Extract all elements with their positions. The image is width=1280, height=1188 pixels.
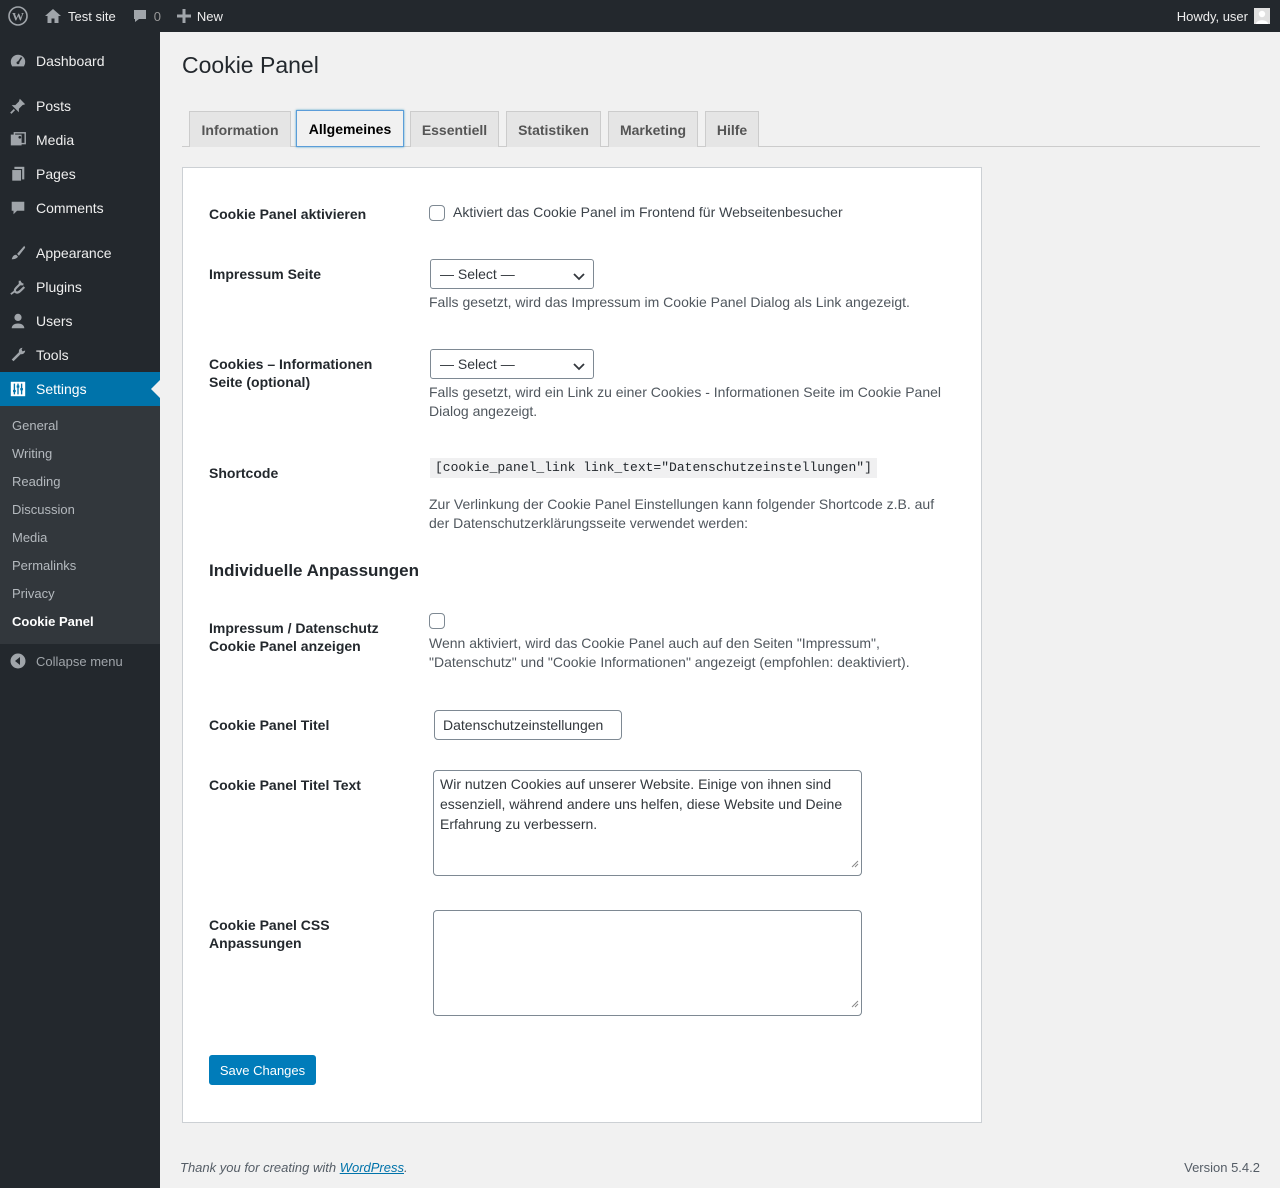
svg-text:W: W bbox=[12, 10, 24, 24]
submenu-cookie-panel[interactable]: Cookie Panel bbox=[12, 612, 94, 632]
menu-pages[interactable]: Pages bbox=[0, 157, 160, 191]
tab-statistiken[interactable]: Statistiken bbox=[506, 111, 601, 147]
tab-information[interactable]: Information bbox=[189, 111, 291, 147]
site-name-link[interactable]: Test site bbox=[36, 0, 124, 32]
submenu-discussion[interactable]: Discussion bbox=[12, 500, 75, 520]
tab-marketing[interactable]: Marketing bbox=[608, 111, 698, 147]
tab-hilfe[interactable]: Hilfe bbox=[705, 111, 759, 147]
title-input[interactable]: Datenschutzeinstellungen bbox=[434, 710, 622, 740]
section-heading: Individuelle Anpassungen bbox=[209, 561, 420, 580]
menu-plugins[interactable]: Plugins bbox=[0, 270, 160, 304]
plug-icon bbox=[0, 278, 36, 296]
chevron-down-icon bbox=[573, 359, 585, 375]
sliders-icon bbox=[0, 380, 36, 398]
resize-grip-icon[interactable] bbox=[851, 853, 859, 873]
cookies-info-label: Cookies – Informationen Seite (optional) bbox=[209, 356, 373, 390]
nav-tabs: Information Allgemeines Essentiell Stati… bbox=[182, 110, 1260, 147]
css-textarea[interactable] bbox=[433, 910, 862, 1016]
menu-posts[interactable]: Posts bbox=[0, 89, 160, 123]
media-icon bbox=[0, 131, 36, 149]
show-on-pages-description: Wenn aktiviert, wird das Cookie Panel au… bbox=[429, 635, 910, 670]
comments-link[interactable]: 0 bbox=[124, 0, 169, 32]
menu-settings[interactable]: Settings bbox=[0, 372, 160, 406]
title-text-textarea[interactable]: Wir nutzen Cookies auf unserer Website. … bbox=[433, 770, 862, 876]
show-on-pages-checkbox[interactable] bbox=[429, 613, 445, 629]
shortcode-label: Shortcode bbox=[209, 465, 279, 481]
comment-bubble-icon bbox=[132, 8, 148, 24]
cookies-info-select[interactable]: — Select — bbox=[430, 349, 594, 379]
menu-dashboard[interactable]: Dashboard bbox=[0, 44, 160, 78]
menu-media[interactable]: Media bbox=[0, 123, 160, 157]
admin-bar: W Test site 0 New Howdy, user bbox=[0, 0, 1280, 32]
show-on-pages-label: Impressum / Datenschutz Cookie Panel anz… bbox=[209, 620, 379, 654]
chevron-down-icon bbox=[573, 269, 585, 285]
submenu-writing[interactable]: Writing bbox=[12, 444, 52, 464]
user-icon bbox=[0, 312, 36, 330]
submenu-general[interactable]: General bbox=[12, 416, 58, 436]
settings-submenu: General Writing Reading Discussion Media… bbox=[0, 406, 160, 644]
footer-thanks: Thank you for creating with WordPress. bbox=[180, 1160, 408, 1175]
activate-checkbox[interactable] bbox=[429, 205, 445, 221]
submenu-permalinks[interactable]: Permalinks bbox=[12, 556, 76, 576]
site-name: Test site bbox=[68, 8, 116, 24]
menu-appearance[interactable]: Appearance bbox=[0, 236, 160, 270]
shortcode-description: Zur Verlinkung der Cookie Panel Einstell… bbox=[429, 496, 935, 531]
submenu-reading[interactable]: Reading bbox=[12, 472, 60, 492]
wordpress-link[interactable]: WordPress bbox=[340, 1160, 404, 1175]
menu-users[interactable]: Users bbox=[0, 304, 160, 338]
settings-panel: Cookie Panel aktivieren Aktiviert das Co… bbox=[182, 167, 982, 1123]
comments-count: 0 bbox=[153, 8, 161, 24]
title-label: Cookie Panel Titel bbox=[209, 717, 330, 733]
brush-icon bbox=[0, 244, 36, 262]
page-title: Cookie Panel bbox=[182, 52, 319, 78]
css-label: Cookie Panel CSS Anpassungen bbox=[209, 917, 330, 951]
shortcode-code: [cookie_panel_link link_text="Datenschut… bbox=[430, 458, 877, 478]
resize-grip-icon[interactable] bbox=[851, 993, 859, 1013]
dashboard-icon bbox=[0, 52, 36, 70]
wrench-icon bbox=[0, 346, 36, 364]
save-changes-button[interactable]: Save Changes bbox=[209, 1055, 316, 1085]
title-text-label: Cookie Panel Titel Text bbox=[209, 777, 361, 793]
new-label: New bbox=[196, 8, 223, 24]
my-account[interactable]: Howdy, user bbox=[1177, 8, 1280, 24]
pages-icon bbox=[0, 165, 36, 183]
howdy-text: Howdy, user bbox=[1176, 8, 1248, 24]
collapse-arrow-icon bbox=[0, 653, 36, 669]
comment-icon bbox=[0, 199, 36, 217]
submenu-media[interactable]: Media bbox=[12, 528, 47, 548]
cookies-info-description: Falls gesetzt, wird ein Link zu einer Co… bbox=[429, 384, 942, 419]
activate-label: Cookie Panel aktivieren bbox=[209, 206, 367, 222]
plus-icon bbox=[176, 9, 191, 23]
wordpress-logo-icon[interactable]: W bbox=[0, 0, 36, 32]
collapse-menu-button[interactable]: Collapse menu bbox=[0, 650, 160, 672]
submenu-privacy[interactable]: Privacy bbox=[12, 584, 55, 604]
current-menu-arrow bbox=[151, 380, 160, 398]
activate-checkbox-label: Aktiviert das Cookie Panel im Frontend f… bbox=[453, 204, 843, 220]
home-icon bbox=[44, 8, 62, 24]
admin-sidebar: Dashboard Posts Media Pages Comments App… bbox=[0, 32, 160, 1188]
menu-tools[interactable]: Tools bbox=[0, 338, 160, 372]
tab-essentiell[interactable]: Essentiell bbox=[410, 111, 499, 147]
menu-comments[interactable]: Comments bbox=[0, 191, 160, 225]
impressum-description: Falls gesetzt, wird das Impressum im Coo… bbox=[429, 294, 910, 310]
footer-version: Version 5.4.2 bbox=[1184, 1160, 1260, 1175]
impressum-select[interactable]: — Select — bbox=[430, 259, 594, 289]
impressum-label: Impressum Seite bbox=[209, 266, 322, 282]
pin-icon bbox=[0, 97, 36, 115]
new-content-link[interactable]: New bbox=[169, 0, 231, 32]
tab-allgemeines[interactable]: Allgemeines bbox=[296, 110, 404, 147]
avatar bbox=[1254, 8, 1270, 24]
